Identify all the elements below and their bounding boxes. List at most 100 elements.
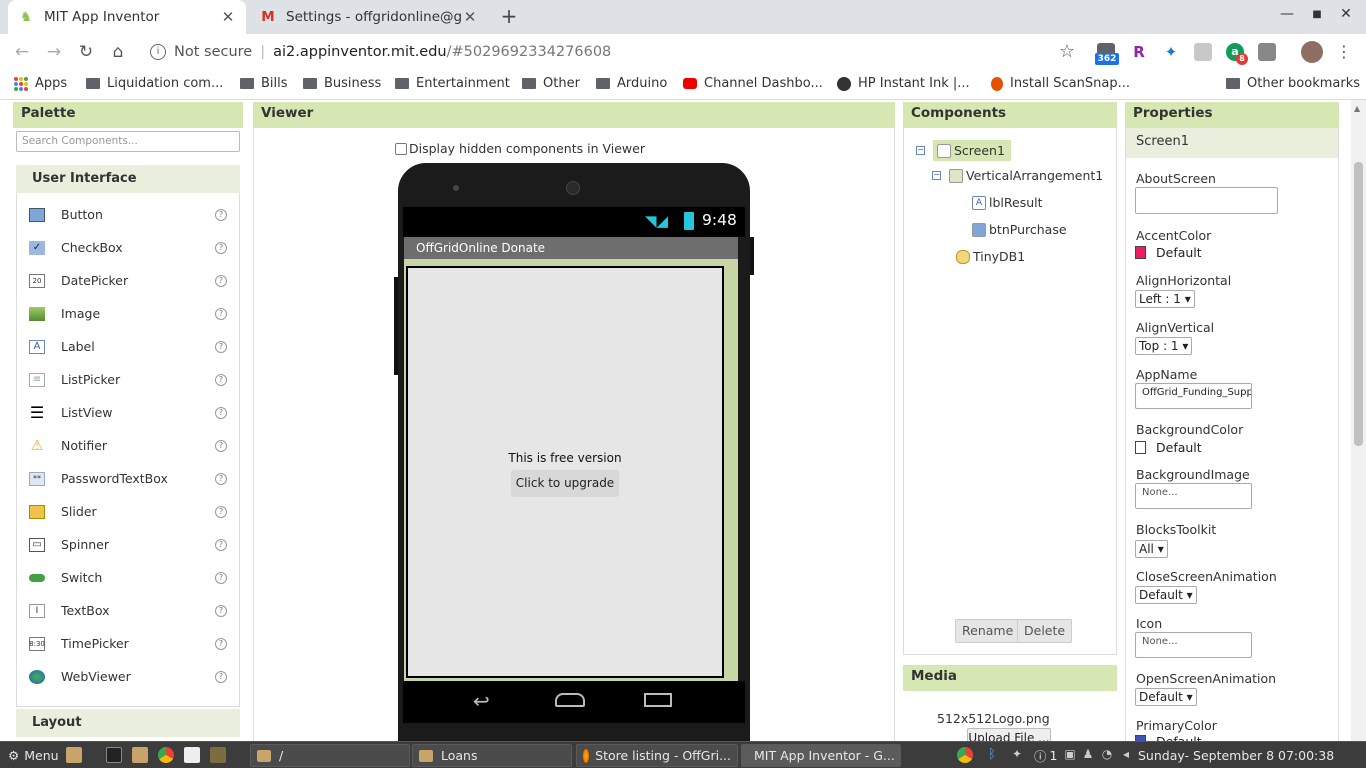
taskbar-window-app-inventor[interactable]: MIT App Inventor - G... xyxy=(741,744,901,767)
alignvertical-dropdown[interactable]: Top : 1 ▾ xyxy=(1135,337,1193,355)
dropdown-value[interactable]: All ▾ xyxy=(1135,540,1168,558)
appname-value[interactable]: OffGrid_Funding_Supp xyxy=(1135,383,1252,409)
taskbar-window-store-listing[interactable]: Store listing - OffGri... xyxy=(576,744,738,767)
help-icon[interactable]: ? xyxy=(215,406,227,419)
rename-button[interactable]: Rename xyxy=(955,619,1021,643)
extension-icon[interactable] xyxy=(1258,43,1276,61)
palette-item-spinner[interactable]: ▭ Spinner? xyxy=(17,528,239,561)
checkbox-box[interactable] xyxy=(395,142,407,155)
bookmark-folder[interactable]: Liquidation com... xyxy=(86,76,223,91)
backgroundcolor-picker[interactable]: Default xyxy=(1135,440,1202,455)
dropdown-value[interactable]: Top : 1 ▾ xyxy=(1135,337,1193,355)
selected-node[interactable]: Screen1 xyxy=(933,140,1011,161)
forward-arrow-icon[interactable]: → xyxy=(43,41,65,63)
help-icon[interactable]: ? xyxy=(215,505,227,518)
profile-avatar[interactable] xyxy=(1301,41,1323,63)
system-clock[interactable]: Sunday- September 8 07:00:38 xyxy=(1134,744,1338,767)
bookmark-folder[interactable]: Other bookmarks xyxy=(1226,76,1360,91)
user-tray-icon[interactable]: ♟ xyxy=(1080,747,1096,763)
appname-input[interactable]: OffGrid_Funding_Supp xyxy=(1135,383,1252,409)
chrome-launcher-icon[interactable] xyxy=(158,747,174,763)
help-icon[interactable]: ? xyxy=(215,472,227,485)
help-icon[interactable]: ? xyxy=(215,373,227,386)
back-arrow-icon[interactable]: ← xyxy=(11,41,33,63)
vertical-arrangement[interactable]: This is free version Click to upgrade xyxy=(406,266,724,678)
close-tab-icon[interactable]: ✕ xyxy=(220,8,236,26)
palette-item-image[interactable]: Image? xyxy=(17,297,239,330)
tree-item-verticalarrangement1[interactable]: − VerticalArrangement1 xyxy=(932,168,1103,183)
help-icon[interactable]: ? xyxy=(215,241,227,254)
palette-item-switch[interactable]: Switch? xyxy=(17,561,239,594)
tab-settings-gmail[interactable]: M Settings - offgridonline@gma ✕ xyxy=(250,0,488,34)
bookmark-link[interactable]: HP Instant Ink |... xyxy=(837,76,970,91)
dropdown-value[interactable]: Left : 1 ▾ xyxy=(1135,290,1195,308)
start-menu-button[interactable]: ⚙ Menu xyxy=(2,744,65,767)
dropdown-value[interactable]: Default ▾ xyxy=(1135,586,1197,604)
palette-item-listview[interactable]: ☰ ListView? xyxy=(17,396,239,429)
r-extension-icon[interactable]: R xyxy=(1130,43,1148,61)
btn-purchase[interactable]: Click to upgrade xyxy=(511,470,619,497)
bookmark-star-icon[interactable]: ☆ xyxy=(1056,41,1078,63)
palette-item-button[interactable]: Button? xyxy=(17,198,239,231)
palette-item-datepicker[interactable]: 20 DatePicker? xyxy=(17,264,239,297)
bookmark-folder[interactable]: Arduino xyxy=(596,76,667,91)
close-tab-icon[interactable]: ✕ xyxy=(462,8,478,26)
tree-item-tinydb1[interactable]: TinyDB1 xyxy=(956,249,1025,264)
maximize-window-button[interactable]: ■ xyxy=(1307,9,1327,20)
app-launcher-icon[interactable] xyxy=(210,747,226,763)
palette-item-label[interactable]: A Label? xyxy=(17,330,239,363)
bookmark-folder[interactable]: Business xyxy=(303,76,381,91)
aboutscreen-textarea[interactable] xyxy=(1135,187,1278,214)
bgimage-value[interactable]: None... xyxy=(1135,483,1252,509)
notification-count[interactable]: ⓘ 1 xyxy=(1030,744,1061,767)
palette-item-notifier[interactable]: ⚠ Notifier? xyxy=(17,429,239,462)
bookmark-apps[interactable]: Apps xyxy=(14,76,67,91)
delete-button[interactable]: Delete xyxy=(1017,619,1073,643)
new-tab-button[interactable]: + xyxy=(498,6,520,28)
help-icon[interactable]: ? xyxy=(215,670,227,683)
palette-item-listpicker[interactable]: ≡ ListPicker? xyxy=(17,363,239,396)
display-hidden-checkbox[interactable]: Display hidden components in Viewer xyxy=(395,141,645,156)
help-icon[interactable]: ? xyxy=(215,604,227,617)
page-scrollbar[interactable]: ▲ xyxy=(1351,100,1366,743)
help-icon[interactable]: ? xyxy=(215,439,227,452)
volume-tray-icon[interactable]: ◂ xyxy=(1118,747,1134,763)
minimize-window-button[interactable]: — xyxy=(1277,6,1297,22)
palette-item-webviewer[interactable]: WebViewer? xyxy=(17,660,239,693)
close-window-button[interactable]: ✕ xyxy=(1336,6,1356,22)
home-icon[interactable]: ⌂ xyxy=(107,41,129,63)
collapse-toggle-icon[interactable]: − xyxy=(916,146,925,155)
palette-item-slider[interactable]: Slider? xyxy=(17,495,239,528)
help-icon[interactable]: ? xyxy=(215,538,227,551)
help-icon[interactable]: ? xyxy=(215,340,227,353)
lbl-result[interactable]: This is free version xyxy=(408,451,722,465)
category-layout[interactable]: Layout xyxy=(16,709,240,737)
backgroundimage-picker[interactable]: None... xyxy=(1135,483,1252,509)
menu-kebab-icon[interactable]: ⋮ xyxy=(1333,41,1355,63)
help-icon[interactable]: ? xyxy=(215,274,227,287)
network-tray-icon[interactable]: ◔ xyxy=(1099,747,1115,763)
help-icon[interactable]: ? xyxy=(215,637,227,650)
tab-mit-app-inventor[interactable]: ♞ MIT App Inventor ✕ xyxy=(8,0,246,34)
alignhorizontal-dropdown[interactable]: Left : 1 ▾ xyxy=(1135,290,1195,308)
media-file-item[interactable]: 512x512Logo.png xyxy=(937,711,1050,726)
scroll-up-arrow-icon[interactable]: ▲ xyxy=(1354,104,1360,113)
tree-item-screen1[interactable]: − Screen1 xyxy=(916,140,1011,161)
accentcolor-picker[interactable]: Default xyxy=(1135,245,1202,260)
palette-item-checkbox[interactable]: ✓ CheckBox? xyxy=(17,231,239,264)
dropbox-tray-icon[interactable]: ✦ xyxy=(1009,747,1025,763)
bookmark-link[interactable]: Channel Dashbo... xyxy=(683,76,823,91)
address-bar[interactable]: i Not secure | ai2.appinventor.mit.edu /… xyxy=(140,37,1085,67)
terminal-launcher-icon[interactable] xyxy=(106,747,122,763)
icon-value[interactable]: None... xyxy=(1135,632,1252,658)
search-components-input[interactable]: Search Components... xyxy=(16,131,240,152)
bookmark-folder[interactable]: Other xyxy=(522,76,580,91)
chrome-tray-icon[interactable] xyxy=(957,747,973,763)
bookmark-link[interactable]: Install ScanSnap... xyxy=(991,76,1130,91)
reload-icon[interactable]: ↻ xyxy=(75,41,97,63)
tree-item-lblresult[interactable]: A lblResult xyxy=(972,195,1043,210)
taskbar-window-loans[interactable]: Loans xyxy=(412,744,572,767)
palette-item-timepicker[interactable]: 8:30 TimePicker? xyxy=(17,627,239,660)
openscreenanimation-dropdown[interactable]: Default ▾ xyxy=(1135,688,1197,706)
dropbox-extension-icon[interactable]: ✦ xyxy=(1162,43,1180,61)
